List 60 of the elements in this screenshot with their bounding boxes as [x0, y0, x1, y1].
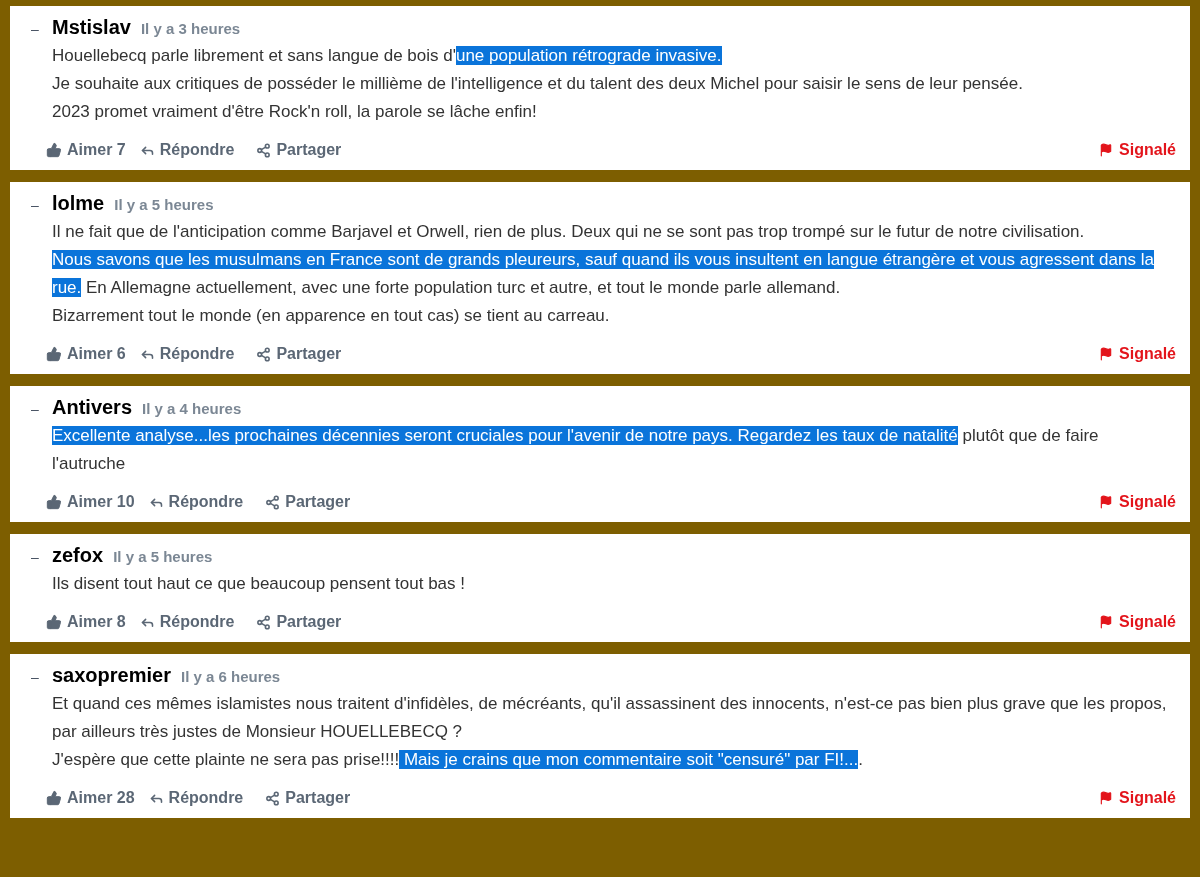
report-button[interactable]: Signalé: [1099, 786, 1176, 810]
flag-icon: [1099, 347, 1114, 361]
thumbs-up-icon: [46, 346, 62, 362]
like-button[interactable]: Aimer 8: [46, 610, 126, 634]
share-button[interactable]: Partager: [265, 786, 351, 810]
thumbs-up-icon: [46, 790, 62, 806]
comment-text: Bizarrement tout le monde (en apparence en tout cas) se tient au carreau.: [52, 305, 611, 327]
author-name[interactable]: lolme: [52, 188, 105, 218]
comment-text: Excellente analyse...les prochaines décennies seront cruciales pour l'avenir de notre pays. Regardez les taux de natalité plutôt que de faire l'autruche: [52, 425, 1100, 475]
share-icon: [256, 614, 272, 630]
thumbs-up-icon: [46, 614, 62, 630]
share-icon: [256, 346, 272, 362]
share-button[interactable]: Partager: [256, 138, 342, 162]
author-name[interactable]: Antivers: [52, 392, 133, 422]
author-name[interactable]: saxopremier: [52, 660, 171, 690]
comment-time: Il y a 5 heures: [114, 195, 214, 215]
report-button[interactable]: Signalé: [1099, 490, 1176, 514]
share-icon: [265, 790, 281, 806]
flag-icon: [1099, 143, 1114, 157]
author-name[interactable]: zefox: [52, 540, 104, 570]
share-icon: [265, 494, 281, 510]
collapse-button[interactable]: –: [28, 195, 42, 216]
report-button[interactable]: Signalé: [1099, 342, 1176, 366]
share-icon: [256, 142, 272, 158]
comment-time: Il y a 6 heures: [180, 667, 281, 687]
comment-text: J'espère que cette plainte ne sera pas prise!!!! Mais je crains que mon commentaire soit "censuré" par FI!....: [52, 749, 864, 771]
comment-text: Il ne fait que de l'anticipation comme Barjavel et Orwell, rien de plus. Deux qui ne se sont pas trop trompé sur le futur de notre civilisation.: [52, 221, 1086, 243]
report-button[interactable]: Signalé: [1099, 138, 1176, 162]
share-button[interactable]: Partager: [256, 610, 342, 634]
like-button[interactable]: Aimer 28: [46, 786, 135, 810]
reply-button[interactable]: Répondre: [139, 342, 235, 366]
reply-button[interactable]: Répondre: [139, 138, 235, 162]
share-button[interactable]: Partager: [265, 490, 351, 514]
comment-text: 2023 promet vraiment d'être Rock'n roll, la parole se lâche enfin!: [52, 101, 538, 123]
comment-time: Il y a 5 heures: [113, 547, 213, 567]
author-name[interactable]: Mstislav: [52, 12, 131, 42]
collapse-button[interactable]: –: [28, 19, 42, 40]
reply-button[interactable]: Répondre: [139, 610, 235, 634]
thumbs-up-icon: [46, 142, 62, 158]
flag-icon: [1099, 615, 1114, 629]
flag-icon: [1099, 791, 1114, 805]
like-button[interactable]: Aimer 10: [46, 490, 135, 514]
comment-text: Houellebecq parle librement et sans langue de bois d'une population rétrograde invasive.: [52, 45, 723, 67]
comment-text: Je souhaite aux critiques de posséder le millième de l'intelligence et du talent des deux Michel pour saisir le sens de leur pensée.: [52, 73, 1024, 95]
comment-time: Il y a 4 heures: [142, 399, 242, 419]
flag-icon: [1099, 495, 1114, 509]
collapse-button[interactable]: –: [28, 399, 42, 420]
collapse-button[interactable]: –: [28, 547, 42, 568]
collapse-button[interactable]: –: [28, 667, 42, 688]
comment-time: Il y a 3 heures: [140, 19, 241, 39]
comment-text: Ils disent tout haut ce que beaucoup pensent tout bas !: [52, 573, 467, 595]
comment-text: Nous savons que les musulmans en France sont de grands pleureurs, sauf quand ils vous insultent en langue étrangère et vous agressent dans la rue. En Allemagne actuellement, avec une forte population turc et autre, et tout le monde parle allemand.: [52, 249, 1155, 299]
share-button[interactable]: Partager: [256, 342, 342, 366]
like-button[interactable]: Aimer 6: [46, 342, 126, 366]
like-button[interactable]: Aimer 7: [46, 138, 126, 162]
reply-button[interactable]: Répondre: [148, 490, 244, 514]
comment-text: Et quand ces mêmes islamistes nous traitent d'infidèles, de mécréants, qu'il assassinent des innocents, n'est-ce pas bien plus grave que les propos, par ailleurs très justes de Monsieur HOUELLEBECQ ?: [52, 693, 1168, 743]
reply-button[interactable]: Répondre: [148, 786, 244, 810]
report-button[interactable]: Signalé: [1099, 610, 1176, 634]
thumbs-up-icon: [46, 494, 62, 510]
